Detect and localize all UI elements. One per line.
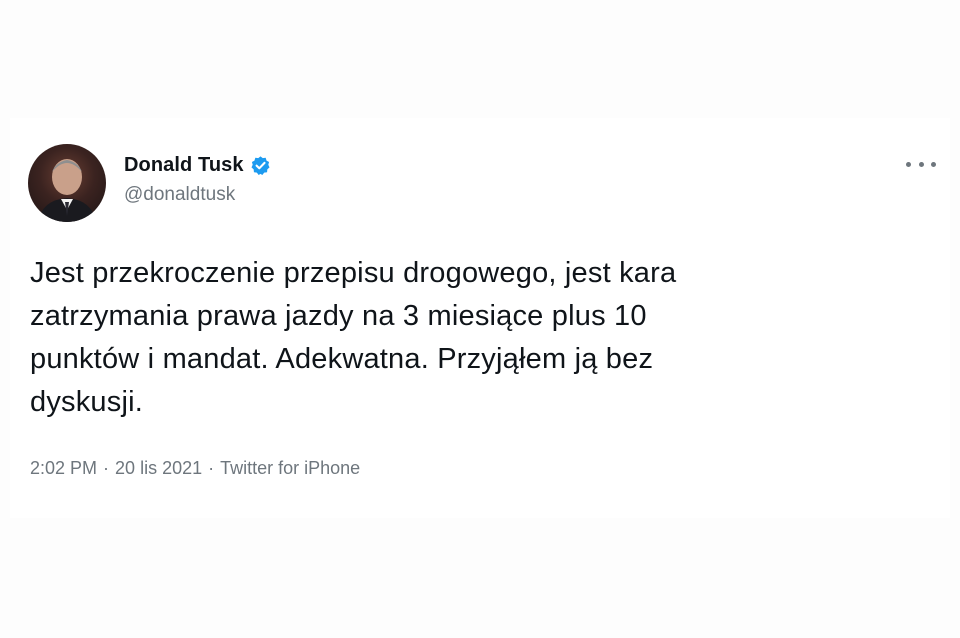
author-display-name[interactable]: Donald Tusk <box>124 154 244 177</box>
more-dot <box>906 161 911 167</box>
more-horizontal-icon[interactable] <box>906 156 936 172</box>
profile-photo-icon <box>38 159 96 222</box>
tweet-date[interactable]: 20 lis 2021 <box>115 458 202 479</box>
avatar[interactable] <box>28 144 106 222</box>
tweet-text-line: zatrzymania prawa jazdy na 3 miesiące pl… <box>30 300 647 332</box>
tweet-source[interactable]: Twitter for iPhone <box>220 458 360 479</box>
tweet-text: Jest przekroczenie przepisu drogowego, j… <box>30 252 850 424</box>
tweet-text-line: dyskusji. <box>30 386 143 418</box>
more-dot <box>918 161 924 167</box>
tweet-text-line: punktów i mandat. Adekwatna. Przyjąłem j… <box>30 343 654 375</box>
author-handle[interactable]: @donaldtusk <box>124 184 271 206</box>
more-dot <box>931 161 936 167</box>
tweet-time[interactable]: 2:02 PM <box>30 458 97 479</box>
author-identity: Donald Tusk @donaldtusk <box>124 152 271 206</box>
screenshot-canvas: Donald Tusk @donaldtusk Jest przekroczen… <box>0 0 960 638</box>
meta-separator: · <box>103 458 110 478</box>
meta-separator: · <box>208 458 215 478</box>
tweet-metadata: 2:02 PM · 20 lis 2021 · Twitter for iPho… <box>30 458 360 479</box>
tweet-card: Donald Tusk @donaldtusk Jest przekroczen… <box>10 118 950 518</box>
tweet-text-line: Jest przekroczenie przepisu drogowego, j… <box>30 257 677 289</box>
verified-badge-icon <box>250 155 271 176</box>
author-name-row: Donald Tusk <box>124 152 271 178</box>
